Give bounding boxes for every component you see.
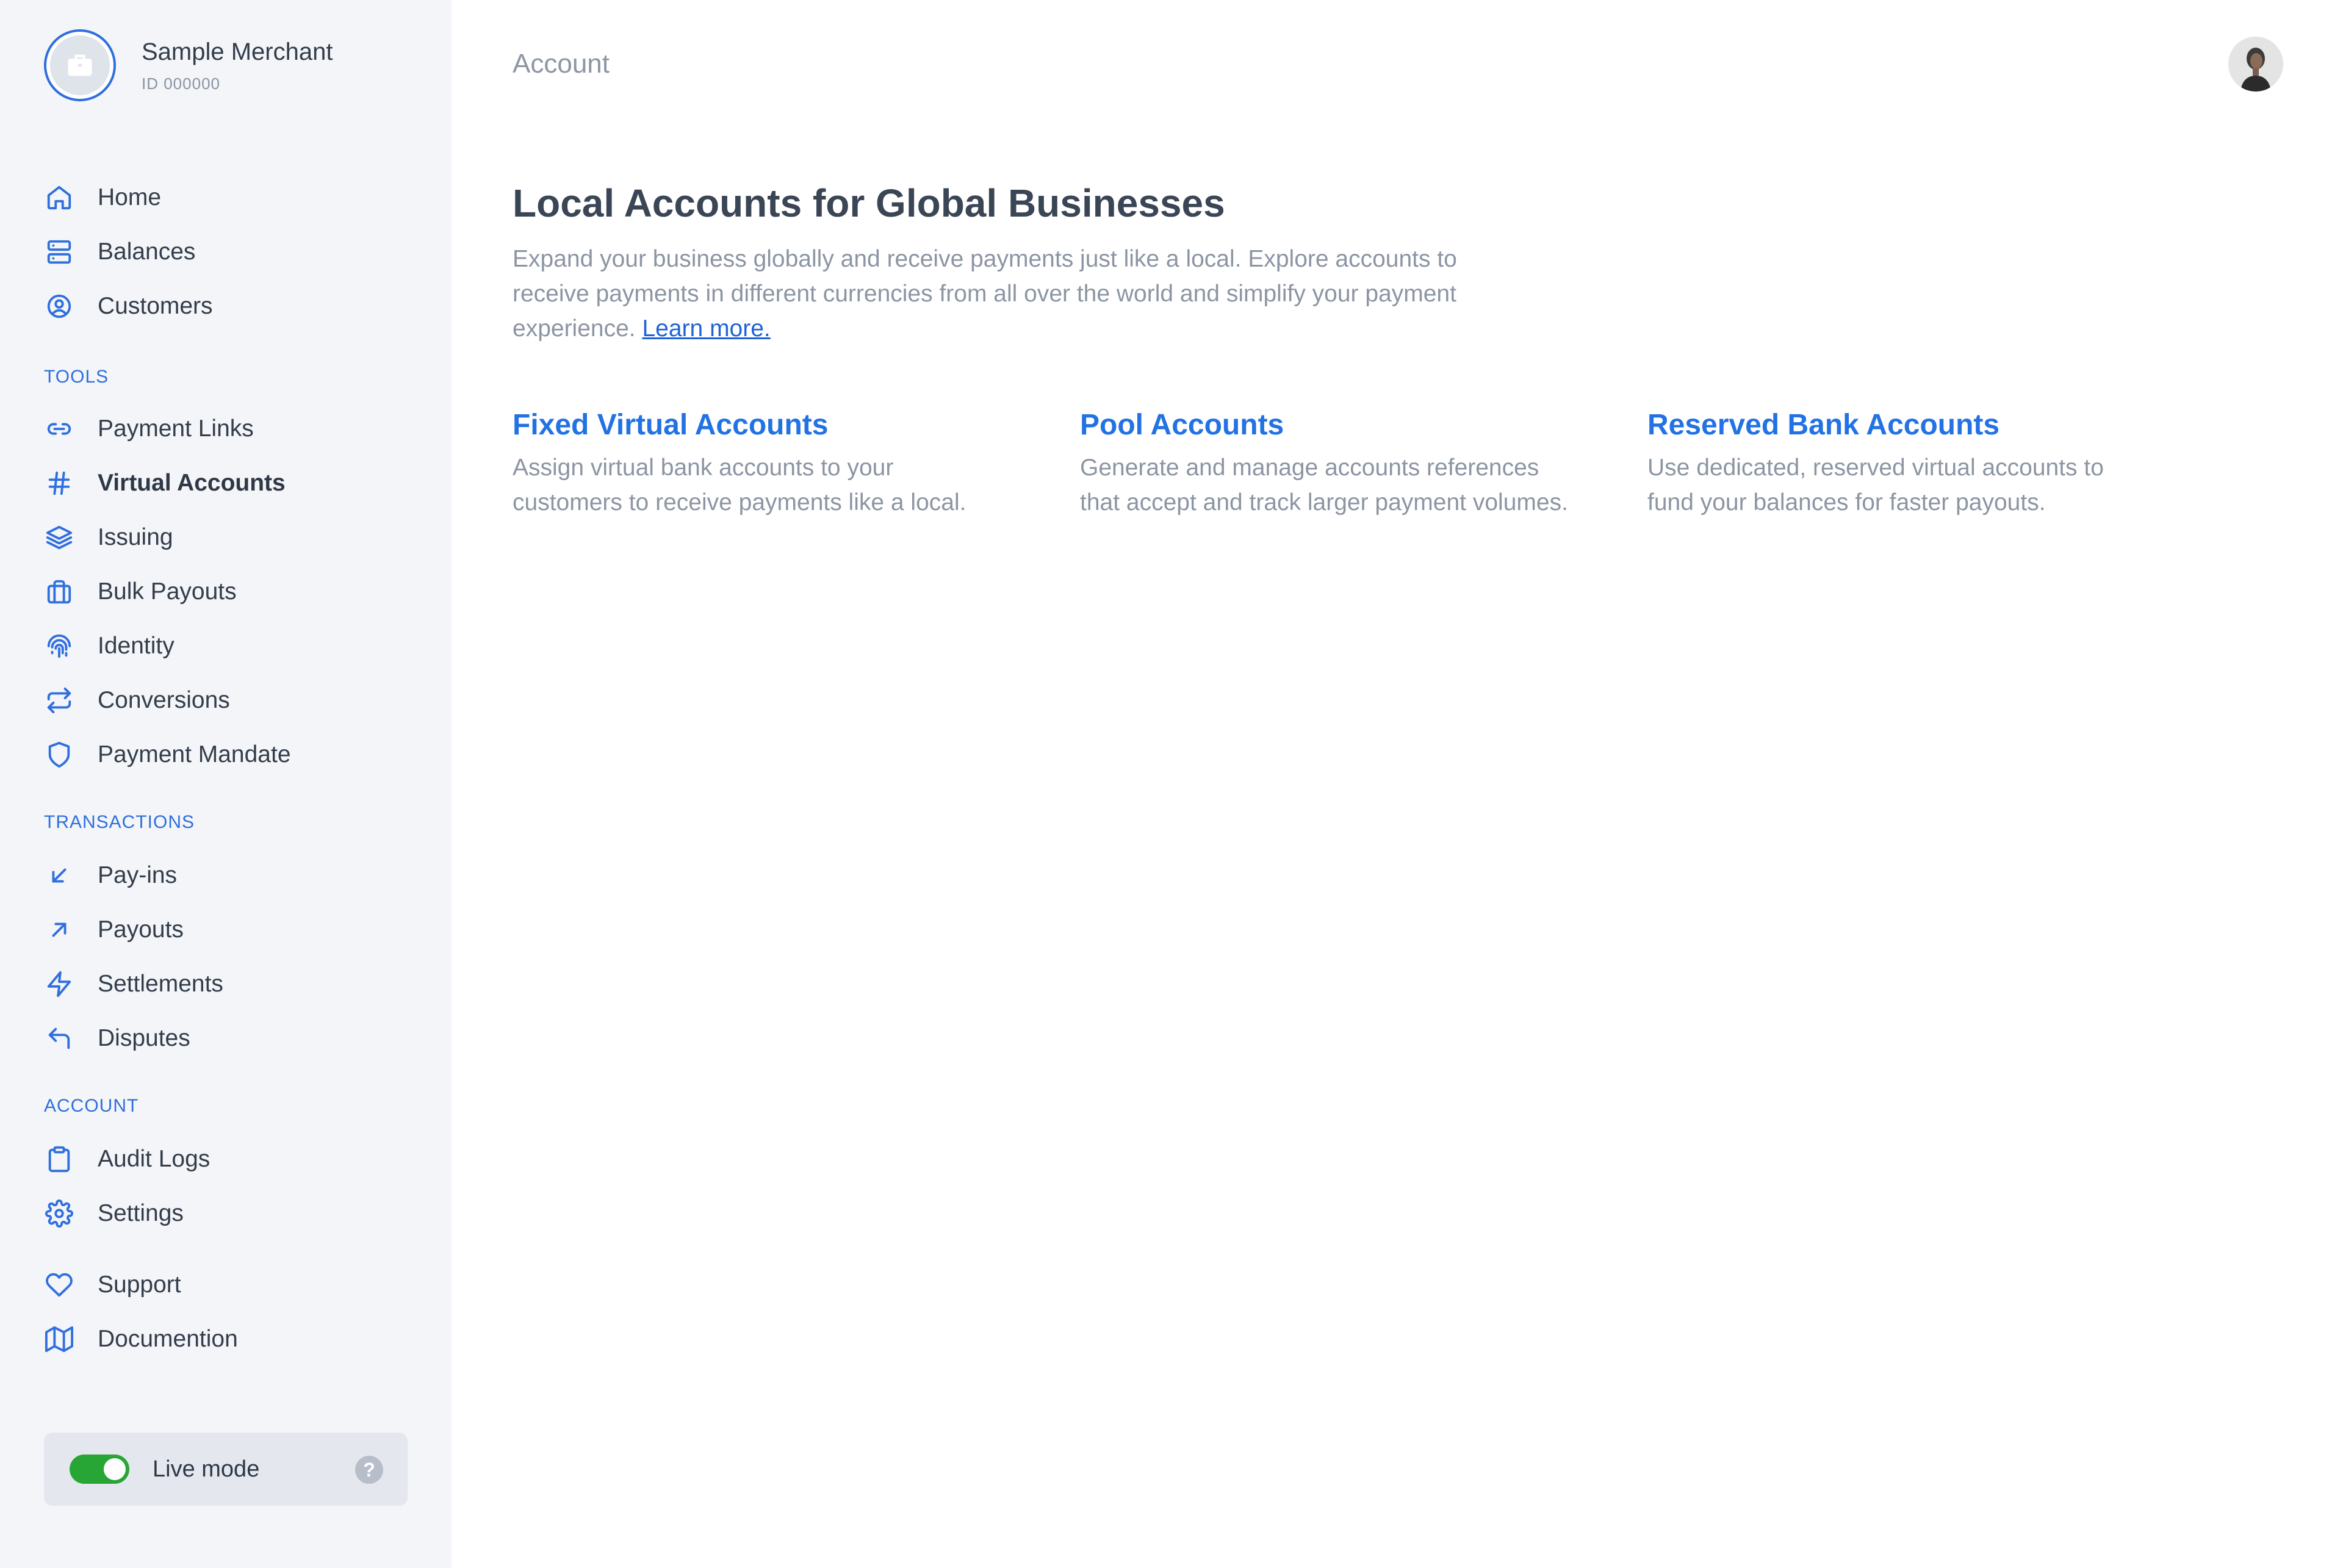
sidebar-item-label: Identity <box>98 633 175 659</box>
sidebar-item-payment-mandate[interactable]: Payment Mandate <box>44 735 291 774</box>
map-icon <box>45 1326 73 1353</box>
app-root: Sample Merchant ID 000000 Home Balances … <box>0 0 2343 1568</box>
card-fixed-virtual-accounts: Fixed Virtual Accounts Assign virtual ba… <box>513 406 1001 520</box>
sidebar-item-pay-ins[interactable]: Pay-ins <box>44 856 177 895</box>
sidebar-item-label: Bulk Payouts <box>98 578 237 605</box>
card-title[interactable]: Fixed Virtual Accounts <box>513 406 1001 444</box>
hash-icon <box>48 471 70 495</box>
card-title[interactable]: Reserved Bank Accounts <box>1647 406 2136 444</box>
sidebar-item-settings[interactable]: Settings <box>44 1194 184 1233</box>
fingerprint-icon <box>47 634 71 658</box>
sidebar-item-identity[interactable]: Identity <box>44 627 175 666</box>
page-title: Account <box>513 49 610 79</box>
user-photo-icon <box>2228 37 2283 92</box>
live-mode-panel: Live mode ? <box>44 1433 408 1506</box>
card-title[interactable]: Pool Accounts <box>1080 406 1568 444</box>
sidebar-item-label: Balances <box>98 239 196 265</box>
sidebar-item-virtual-accounts[interactable]: Virtual Accounts <box>44 464 286 503</box>
sidebar-item-label: Payouts <box>98 916 184 943</box>
hero-description: Expand your business globally and receiv… <box>513 242 1489 346</box>
sidebar-item-label: Disputes <box>98 1025 190 1051</box>
sidebar-item-support[interactable]: Support <box>44 1265 181 1304</box>
sidebar-item-label: Customers <box>98 293 213 319</box>
sidebar-item-payment-links[interactable]: Payment Links <box>44 409 254 448</box>
section-label-tools: TOOLS <box>44 367 109 387</box>
card-description: Generate and manage accounts references … <box>1080 455 1568 516</box>
sidebar-item-label: Audit Logs <box>98 1146 211 1172</box>
sidebar-item-audit-logs[interactable]: Audit Logs <box>44 1140 210 1179</box>
sidebar-item-label: Pay-ins <box>98 862 178 888</box>
sidebar-item-disputes[interactable]: Disputes <box>44 1019 190 1058</box>
sidebar-item-customers[interactable]: Customers <box>44 287 213 326</box>
user-avatar[interactable] <box>2228 37 2283 92</box>
card-pool-accounts: Pool Accounts Generate and manage accoun… <box>1080 406 1568 520</box>
sidebar-item-conversions[interactable]: Conversions <box>44 681 230 720</box>
sidebar-item-settlements[interactable]: Settlements <box>44 965 223 1004</box>
live-mode-toggle[interactable] <box>70 1455 129 1484</box>
layers-icon <box>46 525 73 550</box>
hero-title: Local Accounts for Global Businesses <box>513 181 1225 225</box>
server-icon <box>47 240 71 264</box>
sidebar-item-label: Payment Links <box>98 415 254 442</box>
sidebar-item-label: Issuing <box>98 524 173 550</box>
sidebar-item-label: Documention <box>98 1326 238 1352</box>
merchant-header[interactable]: Sample Merchant ID 000000 <box>44 29 333 101</box>
live-mode-label: Live mode <box>153 1456 260 1482</box>
sidebar-item-home[interactable]: Home <box>44 178 161 217</box>
home-icon <box>47 185 71 210</box>
sidebar-item-label: Settings <box>98 1200 184 1226</box>
repeat-icon <box>47 687 71 714</box>
sidebar: Sample Merchant ID 000000 Home Balances … <box>0 0 452 1568</box>
shield-icon <box>48 741 70 768</box>
user-circle-icon <box>47 294 71 318</box>
sidebar-item-label: Virtual Accounts <box>98 470 286 496</box>
merchant-name: Sample Merchant <box>142 38 333 65</box>
sidebar-item-bulk-payouts[interactable]: Bulk Payouts <box>44 572 237 611</box>
briefcase-icon <box>47 580 71 604</box>
sidebar-item-label: Home <box>98 184 162 210</box>
learn-more-link[interactable]: Learn more. <box>642 315 770 342</box>
sidebar-item-issuing[interactable]: Issuing <box>44 518 173 557</box>
card-description: Assign virtual bank accounts to your cus… <box>513 455 966 516</box>
card-description: Use dedicated, reserved virtual accounts… <box>1647 455 2104 516</box>
arrow-up-right-icon <box>52 922 67 937</box>
sidebar-item-label: Payment Mandate <box>98 741 291 768</box>
zap-icon <box>47 971 71 998</box>
clipboard-icon <box>48 1146 70 1173</box>
arrow-down-left-icon <box>52 868 67 883</box>
section-label-transactions: TRANSACTIONS <box>44 812 195 832</box>
link-icon <box>47 423 71 435</box>
merchant-id: ID 000000 <box>142 74 220 93</box>
gear-icon <box>45 1199 73 1228</box>
briefcase-icon <box>68 54 92 76</box>
help-icon[interactable]: ? <box>355 1456 383 1484</box>
sidebar-item-balances[interactable]: Balances <box>44 232 195 272</box>
merchant-avatar <box>44 29 116 101</box>
sidebar-item-label: Settlements <box>98 971 223 997</box>
sidebar-item-payouts[interactable]: Payouts <box>44 910 184 949</box>
corner-up-left-icon <box>48 1027 70 1049</box>
sidebar-item-label: Conversions <box>98 687 230 713</box>
toggle-knob <box>104 1458 126 1480</box>
sidebar-item-label: Support <box>98 1271 181 1298</box>
card-reserved-bank-accounts: Reserved Bank Accounts Use dedicated, re… <box>1647 406 2136 520</box>
heart-icon <box>46 1273 73 1297</box>
section-label-account: ACCOUNT <box>44 1096 139 1116</box>
sidebar-item-documentation[interactable]: Documention <box>44 1320 238 1359</box>
